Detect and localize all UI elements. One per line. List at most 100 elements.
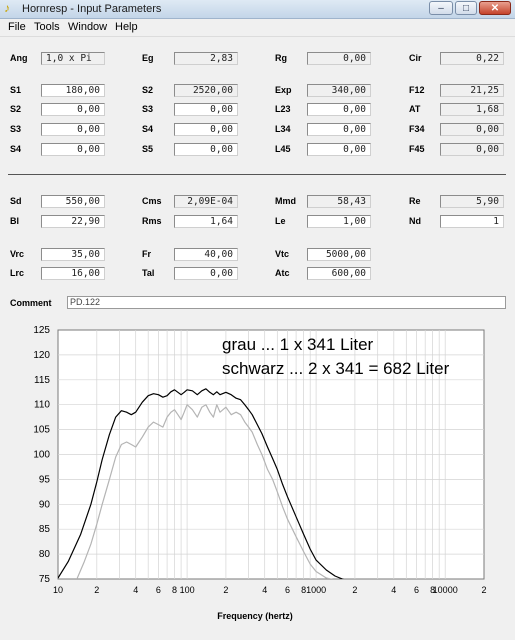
y-tick-label: 120 [33,350,50,361]
field-rg[interactable]: 0,00 [307,52,371,65]
menu-window[interactable]: Window [68,21,107,33]
section-divider [8,174,506,175]
field-cms[interactable]: 2,09E-04 [174,195,238,208]
field-re[interactable]: 5,90 [440,195,504,208]
label-bl: Bl [10,216,19,226]
label-s5: S5 [142,144,154,154]
field-fr[interactable]: 40,00 [174,248,238,261]
label-l34: L34 [275,124,291,134]
label-s2: S2 [142,85,154,95]
y-tick-label: 125 [33,325,50,336]
label-exp: Exp [275,85,292,95]
field-ang[interactable]: 1,0 x Pi [41,52,105,65]
label-f12: F12 [409,85,425,95]
field-f34[interactable]: 0,00 [440,123,504,136]
y-tick-label: 105 [33,425,50,436]
field-f45[interactable]: 0,00 [440,143,504,156]
field-le[interactable]: 1,00 [307,215,371,228]
menu-tools[interactable]: Tools [34,21,60,33]
label-ang: Ang [10,53,28,63]
x-tick-label: 1000 [306,585,326,595]
hornresp-app-icon: ♪ [4,1,10,15]
x-tick-label: 2 [94,585,99,595]
label-rms: Rms [142,216,162,226]
label-f34: F34 [409,124,425,134]
chart-svg: 7580859095100105110115120125 10 2 4 6 8 100 2 4… [0,322,515,640]
field-atc[interactable]: 600,00 [307,267,371,280]
comment-field[interactable]: PD.122 [67,296,506,309]
field-vtc[interactable]: 5000,00 [307,248,371,261]
x-tick-label: 2 [223,585,228,595]
menu-help[interactable]: Help [115,21,138,33]
label-le: Le [275,216,286,226]
x-tick-label: 6 [285,585,290,595]
x-tick-label: 4 [262,585,267,595]
field-nd[interactable]: 1 [440,215,504,228]
x-tick-label: 2 [352,585,357,595]
label-fr: Fr [142,249,151,259]
label-s4: S4 [142,124,154,134]
label-rg: Rg [275,53,287,63]
field-exp[interactable]: 340,00 [307,84,371,97]
field-mmd[interactable]: 58,43 [307,195,371,208]
x-tick-label: 4 [133,585,138,595]
field-s4[interactable]: 0,00 [174,123,238,136]
field-s5[interactable]: 0,00 [174,143,238,156]
field-lrc[interactable]: 16,00 [41,267,105,280]
x-tick-label: 10 [53,585,63,595]
field-rms[interactable]: 1,64 [174,215,238,228]
y-tick-label: 80 [39,549,51,560]
label-comment: Comment [10,298,52,308]
label-s3: S3 [142,104,154,114]
title-bar: ♪ Hornresp - Input Parameters – □ ✕ [0,0,515,19]
legend-line-2: schwarz ... 2 x 341 = 682 Liter [222,359,450,378]
y-tick-label: 100 [33,450,50,461]
field-l45[interactable]: 0,00 [307,143,371,156]
maximize-button[interactable]: □ [455,1,477,15]
x-tick-label: 100 [180,585,195,595]
label-cms: Cms [142,196,162,206]
y-tick-label: 75 [39,574,51,585]
label-sd: Sd [10,196,22,206]
field-eg[interactable]: 2,83 [174,52,238,65]
field-f12[interactable]: 21,25 [440,84,504,97]
x-tick-label: 6 [414,585,419,595]
field-s2-row2[interactable]: 0,00 [41,103,105,116]
legend-line-1: grau ... 1 x 341 Liter [222,335,374,354]
field-at[interactable]: 1,68 [440,103,504,116]
label-eg: Eg [142,53,154,63]
y-tick-label: 95 [39,474,51,485]
y-tick-label: 110 [34,400,50,411]
field-s4-row4[interactable]: 0,00 [41,143,105,156]
y-tick-label: 90 [39,499,51,510]
label-at: AT [409,104,421,114]
field-sd[interactable]: 550,00 [41,195,105,208]
label-vtc: Vtc [275,249,290,259]
field-s1[interactable]: 180,00 [41,84,105,97]
field-tal[interactable]: 0,00 [174,267,238,280]
field-bl[interactable]: 22,90 [41,215,105,228]
y-tick-label: 115 [34,375,50,386]
field-vrc[interactable]: 35,00 [41,248,105,261]
x-tick-label: 10000 [433,585,458,595]
label-cir: Cir [409,53,422,63]
label-nd: Nd [409,216,421,226]
field-cir[interactable]: 0,22 [440,52,504,65]
label-mmd: Mmd [275,196,296,206]
field-s3[interactable]: 0,00 [174,103,238,116]
label-l45: L45 [275,144,291,154]
x-tick-label: 6 [156,585,161,595]
field-l23[interactable]: 0,00 [307,103,371,116]
minimize-button[interactable]: – [429,1,453,15]
field-s3-row3[interactable]: 0,00 [41,123,105,136]
menu-file[interactable]: File [8,21,26,33]
close-button[interactable]: ✕ [479,1,511,15]
field-s2[interactable]: 2520,00 [174,84,238,97]
field-l34[interactable]: 0,00 [307,123,371,136]
label-re: Re [409,196,421,206]
label-f45: F45 [409,144,425,154]
label-tal: Tal [142,268,155,278]
label-l23: L23 [275,104,291,114]
label-atc: Atc [275,268,290,278]
label-vrc: Vrc [10,249,25,259]
